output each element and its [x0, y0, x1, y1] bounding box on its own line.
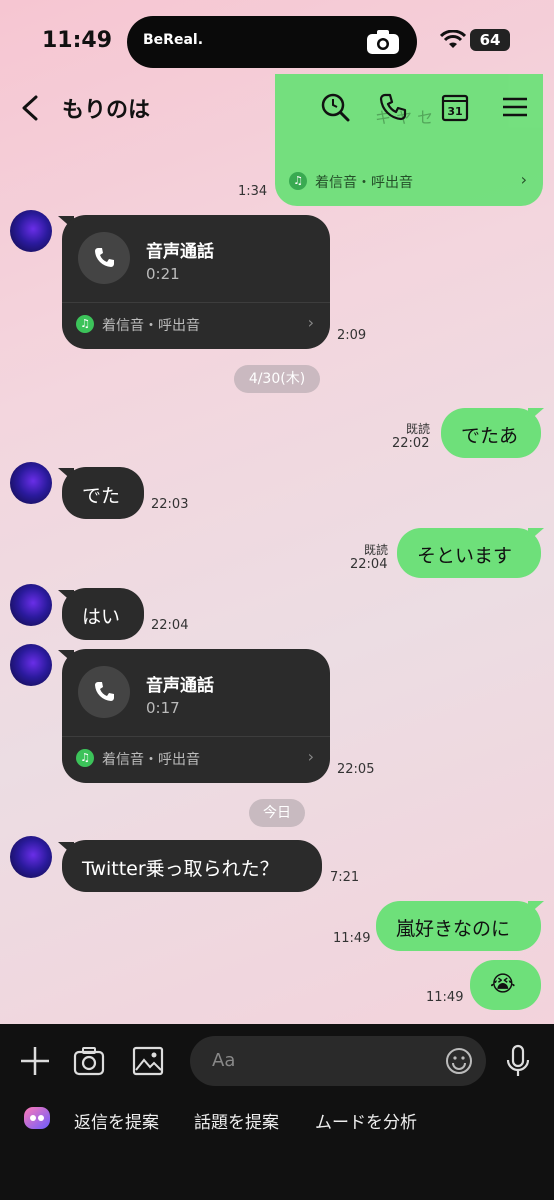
message-time: 22:02	[392, 436, 430, 451]
back-icon[interactable]	[18, 94, 44, 122]
image-icon[interactable]	[131, 1044, 165, 1078]
suggest-topic-button[interactable]: 話題を提案	[194, 1108, 279, 1133]
message-text: はい	[82, 606, 121, 628]
message-text: Twitter乗っ取られた？	[82, 858, 279, 880]
dynamic-island[interactable]: BeReal.	[127, 16, 417, 68]
chat-title: もりのは	[62, 98, 151, 123]
voice-call-card[interactable]: 音声通話 0:17 ♫ 着信音・呼出音 ›	[62, 649, 330, 783]
ringtone-label[interactable]: 着信音・呼出音	[102, 749, 200, 769]
message-time: 11:49	[333, 931, 371, 946]
camera-icon	[367, 30, 399, 54]
emoji-icon[interactable]	[444, 1046, 474, 1076]
message-time: 22:05	[337, 762, 375, 777]
calendar-icon[interactable]: 31	[440, 92, 470, 122]
call-duration: 0:21	[146, 265, 180, 283]
call-title: 音声通話	[146, 242, 214, 262]
read-receipt: 既読	[364, 543, 389, 557]
search-icon[interactable]	[320, 92, 350, 122]
message-bubble-received[interactable]: Twitter乗っ取られた？	[62, 840, 322, 892]
message-time: 1:34	[238, 184, 268, 199]
analyze-mood-button[interactable]: ムードを分析	[315, 1108, 417, 1133]
ai-assistant-icon[interactable]	[22, 1104, 52, 1132]
message-time: 7:21	[330, 870, 360, 885]
ringtone-label[interactable]: 着信音・呼出音	[102, 315, 200, 335]
message-time: 22:03	[151, 497, 189, 512]
message-bubble-sent[interactable]: 😭	[470, 960, 541, 1010]
music-note-icon: ♫	[289, 172, 307, 190]
phone-icon	[95, 248, 114, 267]
message-bubble-sent[interactable]: そといます	[397, 528, 541, 578]
music-note-icon: ♫	[76, 315, 94, 333]
bereal-label: BeReal.	[143, 32, 204, 48]
voice-call-card[interactable]: 音声通話 0:21 ♫ 着信音・呼出音 ›	[62, 215, 330, 349]
call-phone-circle	[78, 232, 130, 284]
music-note-icon: ♫	[76, 749, 94, 767]
battery-indicator: 64	[470, 29, 510, 51]
divider	[62, 302, 330, 303]
wifi-icon	[440, 30, 466, 48]
phone-icon[interactable]	[378, 92, 408, 122]
ringtone-label: 着信音・呼出音	[315, 175, 413, 191]
chevron-right-icon: ›	[307, 747, 314, 766]
avatar[interactable]	[10, 210, 52, 252]
message-text: でたあ	[461, 425, 519, 447]
call-duration: 0:17	[146, 699, 180, 717]
message-bubble-sent[interactable]: でたあ	[441, 408, 541, 458]
message-time: 22:04	[350, 557, 388, 572]
suggest-reply-button[interactable]: 返信を提案	[74, 1108, 159, 1133]
message-time: 11:49	[426, 990, 464, 1005]
message-text: でた	[82, 485, 121, 507]
message-text: 嵐好きなのに	[396, 918, 511, 940]
menu-icon[interactable]	[500, 92, 530, 122]
call-title: 音声通話	[146, 676, 214, 696]
message-time: 22:04	[151, 618, 189, 633]
message-bubble-received[interactable]: はい	[62, 588, 144, 640]
date-separator: 今日	[249, 799, 305, 827]
phone-icon	[95, 682, 114, 701]
message-bubble-sent[interactable]: 嵐好きなのに	[376, 901, 541, 951]
camera-icon[interactable]	[72, 1044, 106, 1078]
microphone-icon[interactable]	[504, 1044, 532, 1078]
avatar[interactable]	[10, 584, 52, 626]
message-input[interactable]: Aa	[190, 1036, 486, 1086]
chevron-right-icon: ›	[307, 313, 314, 332]
svg-text:31: 31	[447, 105, 462, 118]
call-phone-circle	[78, 666, 130, 718]
message-time: 2:09	[337, 328, 367, 343]
plus-icon[interactable]	[18, 1044, 52, 1078]
avatar[interactable]	[10, 836, 52, 878]
input-placeholder: Aa	[212, 1050, 236, 1071]
divider	[62, 736, 330, 737]
avatar[interactable]	[10, 462, 52, 504]
chevron-right-icon: ›	[520, 170, 527, 189]
date-separator: 4/30(木)	[234, 365, 320, 393]
message-text: そといます	[417, 545, 513, 567]
read-receipt: 既読	[406, 422, 431, 436]
message-bubble-received[interactable]: でた	[62, 467, 144, 519]
emoji-message: 😭	[490, 972, 516, 997]
status-time: 11:49	[42, 28, 113, 53]
avatar[interactable]	[10, 644, 52, 686]
